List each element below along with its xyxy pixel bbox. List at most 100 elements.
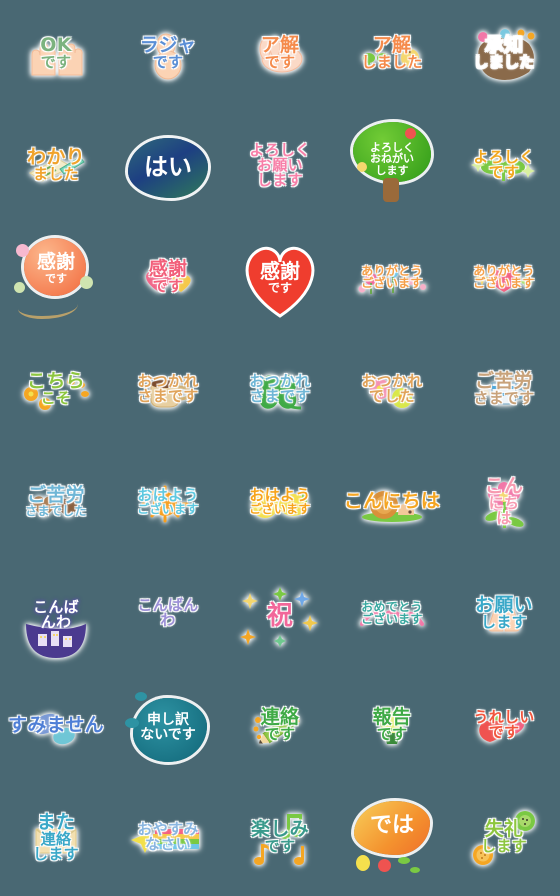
sticker-cell[interactable]: おはよう ございます	[224, 448, 336, 560]
sticker-21[interactable]: ご苦労 さまでした	[6, 454, 106, 554]
sticker-cell[interactable]: おつかれ さまです	[112, 336, 224, 448]
sticker-cell[interactable]: ご苦労 さまです	[448, 336, 560, 448]
sticker-cell[interactable]: よろしく です	[448, 112, 560, 224]
sticker-31[interactable]: すみません	[6, 678, 106, 778]
sticker-text: おつかれ さまです	[137, 372, 199, 405]
sticker-39[interactable]: では	[342, 790, 442, 890]
sticker-cell[interactable]: 申し訳 ないです	[112, 672, 224, 784]
sticker-cell[interactable]: おやすみ なさい	[112, 784, 224, 896]
sticker-cell[interactable]: ア解 です	[224, 0, 336, 112]
sticker-7[interactable]: はい	[118, 118, 218, 218]
sticker-cell[interactable]: すみません	[0, 672, 112, 784]
sticker-cell[interactable]: 感謝 です	[0, 224, 112, 336]
sticker-cell[interactable]: こんにちは	[336, 448, 448, 560]
sticker-cell[interactable]: ありがとう ございます	[448, 224, 560, 336]
sticker-1[interactable]: OK です	[6, 6, 106, 106]
sticker-cell[interactable]: では	[336, 784, 448, 896]
sticker-cell[interactable]: 感謝 です	[112, 224, 224, 336]
sticker-cell[interactable]: また 連絡 します	[0, 784, 112, 896]
orange-mango-blob-icon	[348, 797, 436, 883]
sticker-26[interactable]: こんば んわ	[6, 566, 106, 666]
sticker-text: こんにちは	[484, 474, 524, 527]
sticker-12[interactable]: 感謝 です	[118, 230, 218, 330]
sticker-10[interactable]: よろしく です	[454, 118, 554, 218]
sticker-cell[interactable]: こんばんわ	[0, 560, 112, 672]
sticker-cell[interactable]: 楽しみ です	[224, 784, 336, 896]
sticker-17[interactable]: おつかれ さまです	[118, 342, 218, 442]
sticker-cell[interactable]: ご苦労 さまでした	[0, 448, 112, 560]
sticker-11[interactable]: 感謝 です	[6, 230, 106, 330]
sticker-35[interactable]: うれしい です	[454, 678, 554, 778]
sticker-24[interactable]: こんにちは	[342, 454, 442, 554]
sticker-cell[interactable]: 報告 です	[336, 672, 448, 784]
sticker-cell[interactable]: おつかれ でした	[336, 336, 448, 448]
sticker-14[interactable]: ありがとう ございます	[342, 230, 442, 330]
sticker-23[interactable]: おはよう ございます	[230, 454, 330, 554]
sticker-cell[interactable]: こんばんわ	[112, 560, 224, 672]
sticker-text: 連絡 です	[260, 706, 300, 743]
sticker-text: 申し訳 ないです	[140, 712, 196, 743]
sticker-29[interactable]: おめでとう ございます	[342, 566, 442, 666]
sticker-cell[interactable]: ア解 しました	[336, 0, 448, 112]
sticker-text: おやすみ なさい	[137, 820, 199, 853]
sticker-text: 承知 しました	[473, 34, 535, 71]
sticker-cell[interactable]: 祝	[224, 560, 336, 672]
sticker-text: 祝	[266, 601, 294, 631]
sticker-22[interactable]: おはよう ございます	[118, 454, 218, 554]
sticker-33[interactable]: 連絡 です	[230, 678, 330, 778]
sticker-13[interactable]: 感謝 です	[230, 230, 330, 330]
sticker-8[interactable]: よろしく お願い します	[230, 118, 330, 218]
sticker-32[interactable]: 申し訳 ないです	[118, 678, 218, 778]
sticker-9[interactable]: よろしく おねがい します	[342, 118, 442, 218]
sticker-cell[interactable]: こんにちは	[448, 448, 560, 560]
sticker-20[interactable]: ご苦労 さまです	[454, 342, 554, 442]
sticker-text: こんばんわ	[137, 596, 199, 629]
sticker-cell[interactable]: おつかれ さまです	[224, 336, 336, 448]
sticker-cell[interactable]: こちら こそ	[0, 336, 112, 448]
sticker-text: お願い します	[475, 594, 533, 631]
sticker-cell[interactable]: 失礼 します	[448, 784, 560, 896]
sticker-cell[interactable]: OK です	[0, 0, 112, 112]
sticker-text: こんにちは	[343, 489, 441, 512]
sticker-cell[interactable]: ありがとう ございます	[336, 224, 448, 336]
sticker-28[interactable]: 祝	[230, 566, 330, 666]
sticker-36[interactable]: また 連絡 します	[6, 790, 106, 890]
sticker-text: 楽しみ です	[251, 818, 309, 855]
sticker-40[interactable]: 失礼 します	[454, 790, 554, 890]
sticker-text: ご苦労 さまでした	[25, 483, 87, 518]
sticker-cell[interactable]: 承知 しました	[448, 0, 560, 112]
sticker-2[interactable]: ラジャ です	[118, 6, 218, 106]
sticker-cell[interactable]: おめでとう ございます	[336, 560, 448, 672]
sticker-25[interactable]: こん にちは	[454, 454, 554, 554]
sticker-text: うれしい です	[473, 708, 535, 741]
sticker-3[interactable]: ア解 です	[230, 6, 330, 106]
sticker-cell[interactable]: わかり ました	[0, 112, 112, 224]
sticker-cell[interactable]: はい	[112, 112, 224, 224]
sticker-5[interactable]: 承知 しました	[454, 6, 554, 106]
sticker-text: おめでとう ございます	[361, 600, 423, 626]
sticker-text: こんばんわ	[33, 598, 79, 631]
sticker-text: すみません	[8, 713, 104, 736]
sticker-cell[interactable]: よろしく お願い します	[224, 112, 336, 224]
sticker-text: では	[369, 813, 414, 839]
sticker-34[interactable]: 報告 です	[342, 678, 442, 778]
sticker-38[interactable]: 楽しみ です	[230, 790, 330, 890]
sticker-cell[interactable]: お願い します	[448, 560, 560, 672]
sticker-16[interactable]: こちら こそ	[6, 342, 106, 442]
sticker-19[interactable]: おつかれ でした	[342, 342, 442, 442]
sticker-cell[interactable]: よろしく おねがい します	[336, 112, 448, 224]
sticker-30[interactable]: お願い します	[454, 566, 554, 666]
sticker-cell[interactable]: うれしい です	[448, 672, 560, 784]
sticker-cell[interactable]: おはよう ございます	[112, 448, 224, 560]
sticker-grid: OK です ラジャ です ア解 です ア解 しました 承知 しましたわかり ました はい よろしく お願い…	[0, 0, 560, 896]
sticker-15[interactable]: ありがとう ございます	[454, 230, 554, 330]
sticker-cell[interactable]: ラジャ です	[112, 0, 224, 112]
sticker-37[interactable]: おやすみ なさい	[118, 790, 218, 890]
sticker-27[interactable]: こんばんわ	[118, 566, 218, 666]
sticker-cell[interactable]: 感謝 です	[224, 224, 336, 336]
sticker-18[interactable]: おつかれ さまです	[230, 342, 330, 442]
sticker-text: ラジャ です	[139, 34, 197, 71]
sticker-4[interactable]: ア解 しました	[342, 6, 442, 106]
sticker-6[interactable]: わかり ました	[6, 118, 106, 218]
sticker-cell[interactable]: 連絡 です	[224, 672, 336, 784]
